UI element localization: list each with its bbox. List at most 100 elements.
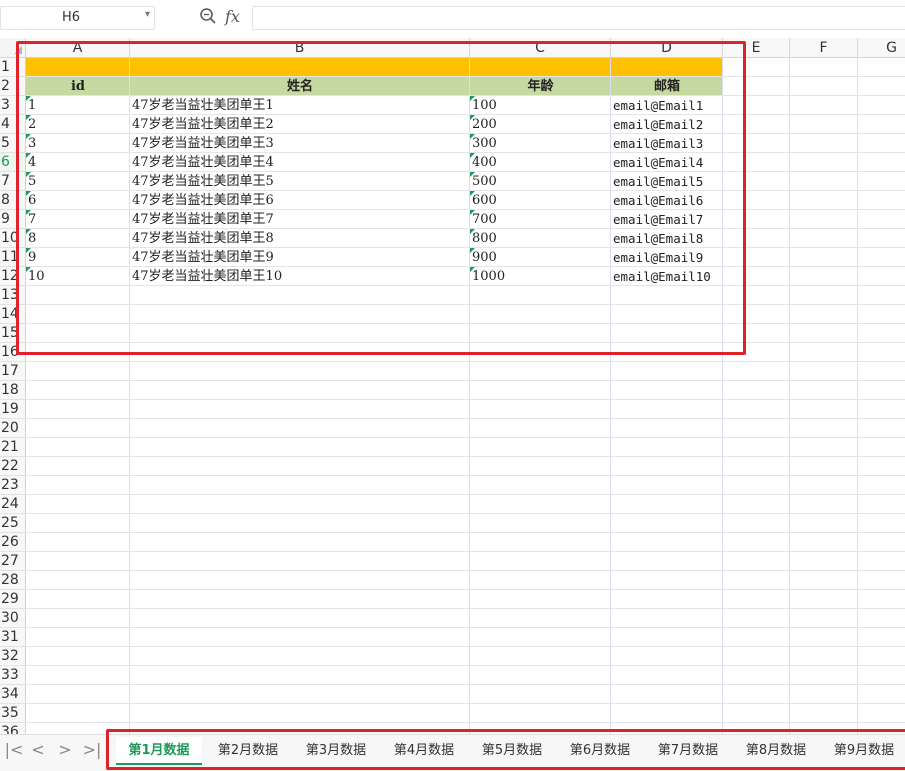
column-header-b[interactable]: B	[130, 38, 470, 58]
row-header-6[interactable]: 6	[0, 153, 26, 172]
row-header-23[interactable]: 23	[0, 476, 26, 495]
table-cell[interactable]: 47岁老当益壮美团单王7	[130, 210, 470, 229]
row-header-15[interactable]: 15	[0, 324, 26, 343]
row-header-3[interactable]: 3	[0, 96, 26, 115]
row-header-19[interactable]: 19	[0, 400, 26, 419]
table-cell[interactable]: 400	[470, 153, 611, 172]
table-cell[interactable]: email@Email9	[611, 248, 723, 267]
formula-input[interactable]	[252, 6, 905, 30]
column-header-c[interactable]: C	[470, 38, 611, 58]
row-header-9[interactable]: 9	[0, 210, 26, 229]
column-header-d[interactable]: D	[611, 38, 723, 58]
table-cell[interactable]: email@Email10	[611, 267, 723, 286]
row-header-11[interactable]: 11	[0, 248, 26, 267]
table-cell[interactable]: email@Email1	[611, 96, 723, 115]
table-cell[interactable]: email@Email6	[611, 191, 723, 210]
zoom-icon[interactable]	[199, 7, 217, 25]
table-cell[interactable]: 6	[26, 191, 130, 210]
row-header-10[interactable]: 10	[0, 229, 26, 248]
header-cell[interactable]: 姓名	[130, 77, 470, 96]
table-cell[interactable]: 47岁老当益壮美团单王8	[130, 229, 470, 248]
row-header-29[interactable]: 29	[0, 590, 26, 609]
sheet-tab-5[interactable]: 第5月数据	[468, 737, 556, 765]
spreadsheet-grid[interactable]: ABCDEFG 1 2 3 4 5 6 7 8 9 10 11 12 13 14 15 16 17 18 19 20 2…	[0, 38, 905, 734]
row-header-8[interactable]: 8	[0, 191, 26, 210]
row-header-35[interactable]: 35	[0, 704, 26, 723]
select-all-corner[interactable]	[0, 38, 26, 58]
table-cell[interactable]: 1	[26, 96, 130, 115]
table-cell[interactable]: 47岁老当益壮美团单王9	[130, 248, 470, 267]
table-cell[interactable]: 8	[26, 229, 130, 248]
row-header-30[interactable]: 30	[0, 609, 26, 628]
row-header-14[interactable]: 14	[0, 305, 26, 324]
row-header-7[interactable]: 7	[0, 172, 26, 191]
sheet-tab-2[interactable]: 第2月数据	[204, 737, 292, 765]
first-sheet-button[interactable]: |<	[4, 739, 24, 761]
table-cell[interactable]: 900	[470, 248, 611, 267]
row-header-13[interactable]: 13	[0, 286, 26, 305]
sheet-tab-7[interactable]: 第7月数据	[644, 737, 732, 765]
table-cell[interactable]: 700	[470, 210, 611, 229]
row-header-4[interactable]: 4	[0, 115, 26, 134]
row-header-36[interactable]: 36	[0, 723, 26, 734]
row-header-20[interactable]: 20	[0, 419, 26, 438]
table-cell[interactable]: 10	[26, 267, 130, 286]
table-cell[interactable]: email@Email5	[611, 172, 723, 191]
row-header-16[interactable]: 16	[0, 343, 26, 362]
row-header-32[interactable]: 32	[0, 647, 26, 666]
sheet-tab-8[interactable]: 第8月数据	[732, 737, 820, 765]
table-cell[interactable]: 7	[26, 210, 130, 229]
table-cell[interactable]: 1000	[470, 267, 611, 286]
table-cell[interactable]: 47岁老当益壮美团单王5	[130, 172, 470, 191]
table-cell[interactable]: 47岁老当益壮美团单王4	[130, 153, 470, 172]
row-header-31[interactable]: 31	[0, 628, 26, 647]
sheet-tab-6[interactable]: 第6月数据	[556, 737, 644, 765]
row-header-34[interactable]: 34	[0, 685, 26, 704]
table-cell[interactable]: email@Email4	[611, 153, 723, 172]
cell-area[interactable]: id 姓名 年龄 邮箱 1 47岁老当益壮美团单王1 100 email@Email1 2 47岁…	[26, 58, 905, 734]
column-header-g[interactable]: G	[858, 38, 905, 58]
chevron-down-icon[interactable]: ▾	[145, 9, 150, 20]
table-cell[interactable]: email@Email7	[611, 210, 723, 229]
row-header-28[interactable]: 28	[0, 571, 26, 590]
row-header-18[interactable]: 18	[0, 381, 26, 400]
table-cell[interactable]: email@Email3	[611, 134, 723, 153]
table-cell[interactable]: 47岁老当益壮美团单王3	[130, 134, 470, 153]
row-header-17[interactable]: 17	[0, 362, 26, 381]
table-cell[interactable]: 5	[26, 172, 130, 191]
row-header-22[interactable]: 22	[0, 457, 26, 476]
row-header-1[interactable]: 1	[0, 58, 26, 77]
row-header-5[interactable]: 5	[0, 134, 26, 153]
function-icon[interactable]: fx	[225, 7, 240, 26]
row-header-25[interactable]: 25	[0, 514, 26, 533]
column-header-f[interactable]: F	[790, 38, 858, 58]
row-header-24[interactable]: 24	[0, 495, 26, 514]
table-cell[interactable]: 600	[470, 191, 611, 210]
table-cell[interactable]: 800	[470, 229, 611, 248]
prev-sheet-button[interactable]: <	[28, 739, 48, 761]
row-header-27[interactable]: 27	[0, 552, 26, 571]
row-header-26[interactable]: 26	[0, 533, 26, 552]
row-header-21[interactable]: 21	[0, 438, 26, 457]
table-cell[interactable]: 500	[470, 172, 611, 191]
table-cell[interactable]: 47岁老当益壮美团单王6	[130, 191, 470, 210]
sheet-tab-1[interactable]: 第1月数据	[116, 737, 202, 765]
table-cell[interactable]: 2	[26, 115, 130, 134]
title-banner-row[interactable]	[26, 58, 723, 76]
header-cell[interactable]: 年龄	[470, 77, 611, 96]
sheet-tab-9[interactable]: 第9月数据	[820, 737, 905, 765]
table-cell[interactable]: 47岁老当益壮美团单王2	[130, 115, 470, 134]
table-cell[interactable]: 100	[470, 96, 611, 115]
sheet-tab-3[interactable]: 第3月数据	[292, 737, 380, 765]
table-cell[interactable]: 3	[26, 134, 130, 153]
row-header-2[interactable]: 2	[0, 77, 26, 96]
table-cell[interactable]: 200	[470, 115, 611, 134]
next-sheet-button[interactable]: >	[55, 739, 75, 761]
sheet-tab-4[interactable]: 第4月数据	[380, 737, 468, 765]
header-cell[interactable]: id	[26, 77, 130, 96]
table-cell[interactable]: email@Email8	[611, 229, 723, 248]
table-cell[interactable]: 9	[26, 248, 130, 267]
table-cell[interactable]: email@Email2	[611, 115, 723, 134]
table-cell[interactable]: 300	[470, 134, 611, 153]
column-header-a[interactable]: A	[26, 38, 130, 58]
